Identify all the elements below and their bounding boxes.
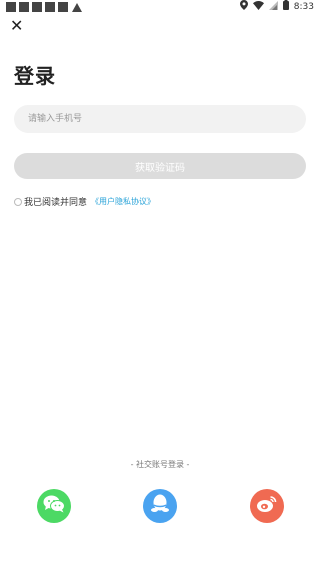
warning-icon (72, 2, 82, 12)
wechat-login-button[interactable] (37, 489, 71, 523)
notification-icons (6, 2, 82, 12)
weibo-icon (256, 494, 278, 518)
privacy-agreement-link[interactable]: 《用户隐私协议》 (91, 196, 155, 207)
status-time: 8:33 (293, 1, 314, 12)
qq-login-button[interactable] (143, 489, 177, 523)
close-icon[interactable]: ✕ (10, 18, 26, 34)
page-title: 登录 (14, 64, 56, 88)
get-code-button[interactable]: 获取验证码 (14, 153, 306, 179)
signal-icon (268, 0, 278, 13)
wechat-icon (43, 494, 65, 518)
agreement-row: 我已阅读并同意 《用户隐私协议》 (14, 195, 155, 208)
notification-icon (32, 2, 42, 12)
qq-icon (151, 493, 169, 519)
social-login-title: - 社交账号登录 - (130, 460, 190, 469)
location-icon (239, 0, 248, 13)
system-icons: 8:33 (239, 0, 314, 13)
notification-icon (6, 2, 16, 12)
notification-icon (45, 2, 55, 12)
notification-icon (58, 2, 68, 12)
status-bar: 8:33 (0, 0, 320, 14)
battery-icon (282, 0, 289, 13)
agree-checkbox[interactable] (14, 197, 22, 206)
wifi-icon (252, 0, 264, 13)
phone-input[interactable] (14, 105, 306, 133)
agree-text: 我已阅读并同意 (24, 198, 88, 208)
weibo-login-button[interactable] (250, 489, 284, 523)
notification-icon (19, 2, 29, 12)
